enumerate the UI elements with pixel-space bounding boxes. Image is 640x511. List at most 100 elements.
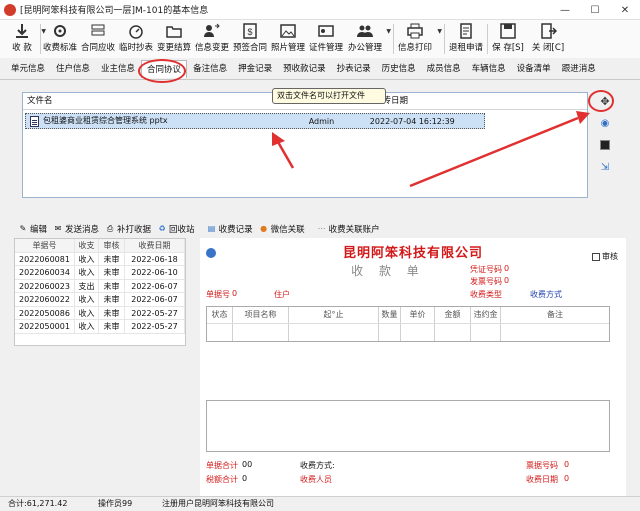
printer-icon: [407, 23, 423, 39]
toolbar-label: 退租申请: [448, 43, 483, 53]
grid-empty-row[interactable]: [207, 323, 609, 341]
column-in-out[interactable]: 收支: [75, 239, 99, 252]
column-item-name: 项目名称: [233, 307, 289, 323]
charge-date-label: 收费日期: [526, 475, 558, 484]
action-label: 发送消息: [65, 225, 100, 235]
tab-deposit[interactable]: 押金记录: [233, 60, 277, 78]
column-filename[interactable]: 文件名: [23, 93, 308, 109]
review-checkbox[interactable]: 审核: [592, 251, 618, 262]
maximize-button[interactable]: ☐: [580, 0, 610, 20]
voucher-value[interactable]: 0: [504, 264, 509, 273]
table-row[interactable]: 2022050001 收入 未审 2022-05-27: [15, 320, 185, 334]
title-bar: [昆明阿笨科技有限公司一层]M-101的基本信息 — ☐ ✕: [0, 0, 640, 20]
cell-in-out: 支出: [75, 279, 99, 292]
receipt-notes-box[interactable]: [206, 400, 610, 452]
tab-notes[interactable]: 备注信息: [188, 60, 232, 78]
receipt-title: 收 款 单: [351, 264, 425, 278]
tab-owner-info[interactable]: 业主信息: [96, 60, 140, 78]
tab-resident-info[interactable]: 住户信息: [51, 60, 95, 78]
receipt-list: 单据号 收支 审核 收费日期 2022060081 收入 未审 2022-06-18 …: [14, 238, 186, 346]
open-file-tooltip: 双击文件名可以打开文件: [272, 88, 386, 104]
column-unit-price: 单价: [401, 307, 435, 323]
toolbar-close-button[interactable]: 关 闭[C]: [528, 20, 568, 58]
toolbar-fee-standard-button[interactable]: 收费标准: [41, 20, 79, 58]
column-period: 起°止: [289, 307, 379, 323]
recycle-bin-button[interactable]: ♻ 回收站: [157, 223, 194, 235]
pay-method-label[interactable]: 收费方式: [530, 289, 562, 300]
close-button[interactable]: ✕: [610, 0, 640, 20]
fee-records-button[interactable]: ▤ 收费记录: [207, 223, 253, 235]
table-row[interactable]: 2022060034 收入 未审 2022-06-10: [15, 266, 185, 280]
save-icon: [500, 23, 516, 39]
toolbar-change-settle-button[interactable]: 变更结算: [155, 20, 193, 58]
tab-vehicles[interactable]: 车辆信息: [467, 60, 511, 78]
tab-equipment[interactable]: 设备清单: [512, 60, 556, 78]
toolbar-meter-read-button[interactable]: 临时抄表: [117, 20, 155, 58]
toolbar-move-out-button[interactable]: 退租申请: [445, 20, 487, 58]
photo-icon: [280, 24, 296, 38]
receipt-form: 昆明阿笨科技有限公司 收 款 单 审核 凭证号码 0 发票号码 0 单据号 0 …: [200, 238, 626, 496]
toolbar-pre-sign-button[interactable]: $ 预签合同: [231, 20, 269, 58]
column-doc-no[interactable]: 单据号: [15, 239, 75, 252]
tab-followup[interactable]: 跟进消息: [557, 60, 601, 78]
status-registered: 注册用户昆明阿笨科技有限公司: [162, 499, 274, 508]
ticket-value: 0: [564, 460, 570, 469]
column-review[interactable]: 审核: [99, 239, 125, 252]
toolbar-photo-button[interactable]: 照片管理: [269, 20, 307, 58]
fee-account-link-button[interactable]: ⋯ 收费关联账户: [317, 223, 380, 235]
cell-doc-no: 2022060081: [15, 252, 75, 265]
toolbar-office-button[interactable]: 办公管理 ▼: [345, 20, 391, 58]
document-icon: [460, 23, 472, 39]
tab-contract[interactable]: 合同协议: [141, 59, 188, 78]
cell-date: 2022-05-27: [125, 306, 185, 319]
reprint-receipt-button[interactable]: ⎙ 补打收据: [105, 223, 151, 235]
minimize-button[interactable]: —: [550, 0, 580, 20]
tab-strip: 单元信息 住户信息 业主信息 合同协议 备注信息 押金记录 预收款记录 抄表记录…: [0, 58, 640, 80]
tab-history[interactable]: 历史信息: [377, 60, 421, 78]
tab-meter[interactable]: 抄表记录: [332, 60, 376, 78]
table-row[interactable]: 2022050086 收入 未审 2022-05-27: [15, 306, 185, 320]
toolbar-save-button[interactable]: 保 存[S]: [488, 20, 528, 58]
action-label: 微信关联: [270, 225, 305, 235]
doc-no-value: 0: [232, 289, 238, 298]
export-file-button[interactable]: ⇲: [598, 160, 612, 174]
tab-members[interactable]: 成员信息: [422, 60, 466, 78]
toolbar-info-change-button[interactable]: 信息变更: [193, 20, 231, 58]
toolbar-print-button[interactable]: 信息打印 ▼: [394, 20, 442, 58]
table-row[interactable]: 2022060023 支出 未审 2022-06-07: [15, 279, 185, 293]
cell-review: 未审: [99, 293, 125, 306]
cell-review: 未审: [99, 279, 125, 292]
edit-button[interactable]: ✎ 编辑: [18, 223, 47, 235]
table-row[interactable]: 2022060081 收入 未审 2022-06-18: [15, 252, 185, 266]
column-quantity: 数量: [379, 307, 401, 323]
column-upload-date[interactable]: 上传日期: [370, 93, 490, 109]
resident-label: 住户: [274, 290, 290, 299]
pencil-icon: ✎: [19, 224, 27, 233]
app-logo-icon: [4, 3, 16, 16]
refresh-file-button[interactable]: ◉: [598, 116, 612, 130]
gear-icon: [54, 25, 66, 37]
add-file-button[interactable]: ✥: [598, 94, 612, 108]
tab-prepayment[interactable]: 预收款记录: [278, 60, 331, 78]
send-message-button[interactable]: ✉ 发送消息: [53, 223, 99, 235]
toolbar-label: 保 存[S]: [492, 43, 524, 53]
user-swap-icon: [204, 23, 220, 37]
dollar-doc-icon: $: [243, 23, 257, 39]
tab-unit-info[interactable]: 单元信息: [6, 60, 50, 78]
invoice-value[interactable]: 0: [504, 276, 509, 285]
cell-in-out: 收入: [75, 306, 99, 319]
cell-doc-no: 2022050086: [15, 306, 75, 319]
toolbar-contract-receivable-button[interactable]: 合同应收: [79, 20, 117, 58]
wechat-link-button[interactable]: ● 微信关联: [259, 223, 305, 235]
save-file-button[interactable]: [598, 138, 612, 152]
checkbox-box: [592, 252, 600, 261]
toolbar-collect-button[interactable]: 收 款 ▼: [4, 20, 46, 58]
file-date: 2022-07-04 16:12:39: [369, 117, 455, 126]
cell-in-out: 收入: [75, 293, 99, 306]
tax-label: 税额合计: [206, 475, 238, 484]
column-fee-date[interactable]: 收费日期: [125, 239, 185, 252]
receipt-list-header: 单据号 收支 审核 收费日期: [15, 239, 185, 253]
file-row[interactable]: 包租婆商业租赁综合管理系统 pptx Admin 2022-07-04 16:1…: [25, 113, 485, 129]
table-row[interactable]: 2022060022 收入 未审 2022-06-07: [15, 293, 185, 307]
toolbar-certificate-button[interactable]: 证件管理: [307, 20, 345, 58]
